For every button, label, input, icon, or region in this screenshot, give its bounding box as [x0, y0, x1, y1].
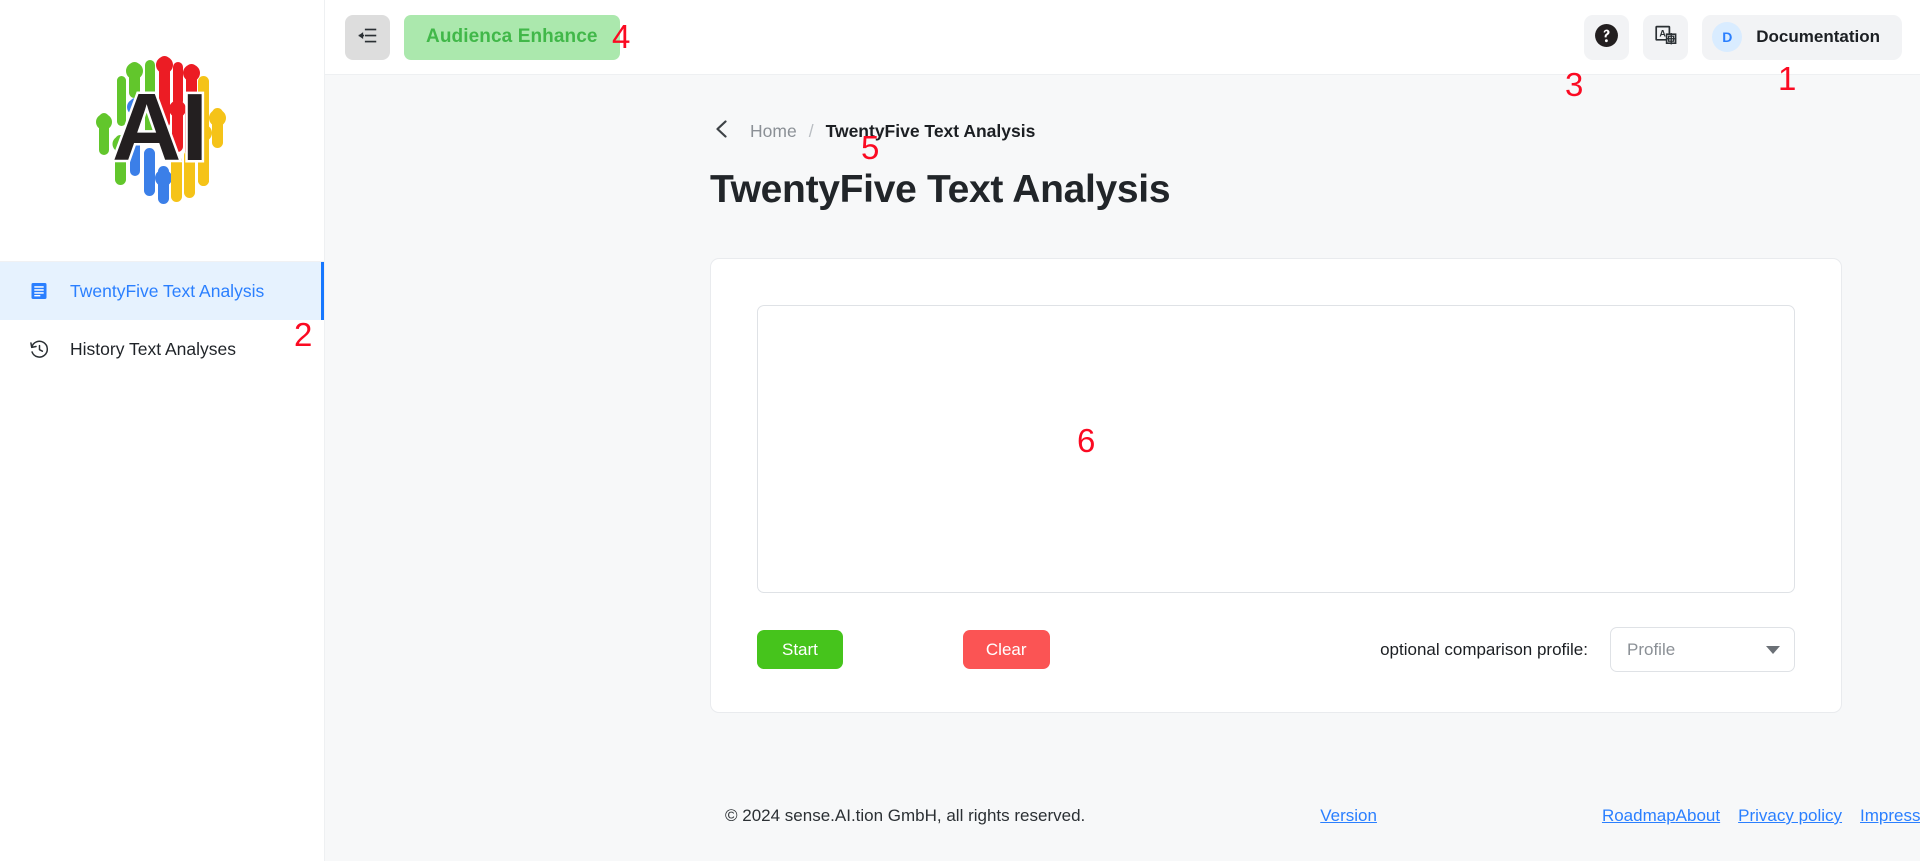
- page-footer: © 2024 sense.AI.tion GmbH, all rights re…: [325, 771, 1920, 861]
- footer-link-version[interactable]: Version: [1320, 806, 1377, 826]
- document-list-icon: [28, 280, 50, 302]
- chevron-left-icon: [710, 117, 734, 146]
- footer-link-privacy-policy[interactable]: Privacy policy: [1738, 806, 1842, 826]
- history-clock-icon: [28, 338, 50, 360]
- breadcrumb-current: TwentyFive Text Analysis: [825, 120, 1036, 141]
- help-circle-icon: [1594, 23, 1619, 51]
- sense-ai-tion-logo: AI: [57, 38, 267, 223]
- user-menu-button[interactable]: D Documentation: [1702, 14, 1902, 60]
- back-button[interactable]: [710, 118, 736, 144]
- sidebar-item-label: TwentyFive Text Analysis: [70, 280, 265, 301]
- sidebar-item-twentyfive-text-analysis[interactable]: TwentyFive Text Analysis: [0, 262, 324, 320]
- help-button[interactable]: [1584, 14, 1630, 60]
- header-left-group: Audienca Enhance: [345, 14, 620, 60]
- translate-icon: A: [1654, 24, 1678, 51]
- sidebar-item-history-text-analyses[interactable]: History Text Analyses: [0, 320, 324, 378]
- comparison-profile-label: optional comparison profile:: [1380, 639, 1588, 659]
- user-name-label: Documentation: [1756, 27, 1880, 46]
- page-title: TwentyFive Text Analysis: [710, 168, 1171, 211]
- svg-text:AI: AI: [112, 74, 208, 181]
- clear-button[interactable]: Clear: [962, 630, 1050, 669]
- start-button[interactable]: Start: [757, 630, 843, 669]
- comparison-profile-select[interactable]: Profile: [1610, 627, 1795, 672]
- sidebar-item-label: History Text Analyses: [70, 338, 236, 359]
- logo-container: AI: [0, 0, 324, 262]
- comparison-profile-value: Profile: [1627, 639, 1676, 659]
- footer-copyright: © 2024 sense.AI.tion GmbH, all rights re…: [725, 806, 1086, 825]
- content-area: Home / TwentyFive Text Analysis TwentyFi…: [325, 75, 1920, 771]
- breadcrumb-separator: /: [808, 120, 814, 141]
- app-root: AI TwentyFive Text Analysis History Text…: [0, 0, 1920, 861]
- main-column: Audienca Enhance A D Documentation Home …: [325, 0, 1920, 861]
- avatar: D: [1712, 22, 1743, 52]
- analysis-card: Start Clear optional comparison profile:…: [710, 258, 1842, 713]
- footer-link-impressum[interactable]: Impressum: [1860, 806, 1920, 826]
- menu-fold-icon: [357, 25, 378, 49]
- breadcrumb-home-link[interactable]: Home: [750, 121, 797, 142]
- audienca-enhance-button[interactable]: Audienca Enhance: [404, 14, 620, 60]
- menu-fold-button[interactable]: [345, 14, 390, 60]
- footer-link-about[interactable]: About: [1676, 806, 1720, 826]
- chevron-down-icon: [1766, 645, 1780, 654]
- footer-link-roadmap[interactable]: Roadmap: [1602, 806, 1676, 826]
- analysis-text-input[interactable]: [757, 305, 1795, 593]
- sidebar-nav: TwentyFive Text Analysis History Text An…: [0, 262, 324, 378]
- header-right-group: A D Documentation: [1584, 14, 1920, 60]
- top-header: Audienca Enhance A D Documentation: [325, 0, 1920, 75]
- sidebar: AI TwentyFive Text Analysis History Text…: [0, 0, 325, 861]
- breadcrumb: Home / TwentyFive Text Analysis: [710, 75, 1842, 144]
- svg-text:A: A: [1659, 28, 1666, 38]
- footer-legal-links: About Privacy policy Impressum: [1676, 806, 1920, 826]
- translate-button[interactable]: A: [1643, 14, 1689, 60]
- card-controls: Start Clear optional comparison profile:…: [757, 627, 1795, 672]
